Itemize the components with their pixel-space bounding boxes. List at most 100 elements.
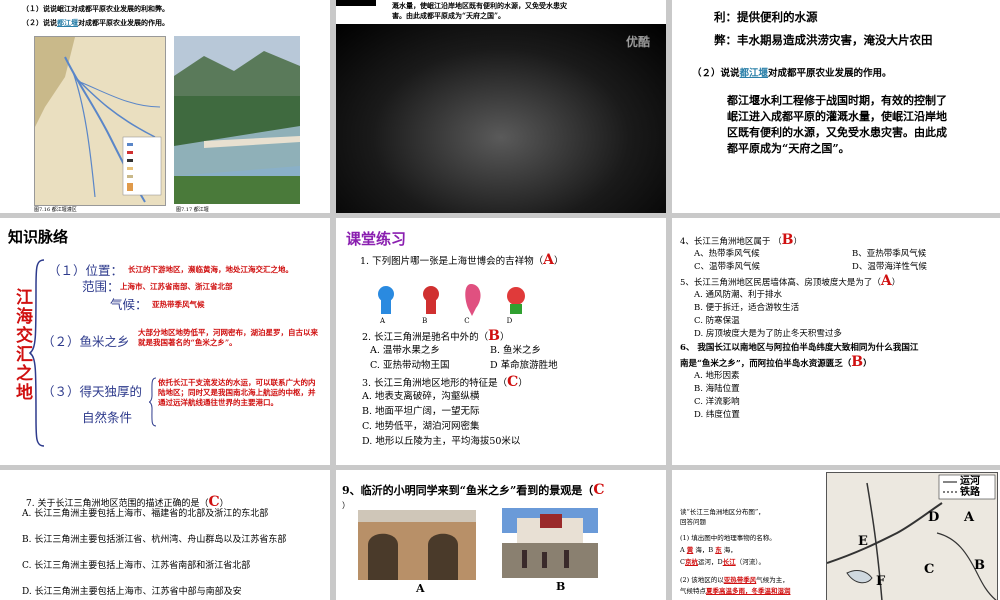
question-6-line1: 6、 我国长江以南地区与阿拉伯半岛纬度大致相同为什么我国江 — [680, 343, 919, 353]
conditions-label-1: （３）得天独厚的 — [42, 384, 143, 399]
mascot-label-c: C — [464, 317, 470, 325]
slide-thumbnail-8[interactable]: 9、临沂的小明同学来到“鱼米之乡”看到的景观是（C ） A B — [336, 470, 666, 600]
q4-option-a: A、热带季风气候 — [694, 249, 760, 259]
slide-thumbnail-9[interactable]: 读“长江三角洲地区分布图”， 回答问题 (1) 填出图中的地理事物的名称。 A … — [672, 470, 1000, 600]
question-1: （１）说说岷江对成都平原农业发展的利和弊。 — [22, 4, 169, 13]
b-answer: 东 — [715, 546, 722, 554]
q7-option-d: D. 长江三角洲主要包括上海市、江苏省中部与南部及安 — [22, 587, 242, 597]
question-5: 5、长江三角洲地区民居墙体高、房顶坡度大是为了（A） — [680, 273, 901, 289]
q7-option-a: A. 长江三角洲主要包括上海市、福建省的北部及浙江的东北部 — [22, 509, 269, 519]
video-text-line2: 害。由此成都平原成为“天府之国”。 — [392, 11, 506, 20]
c-answer: 京杭 — [684, 558, 698, 566]
fill-question-3: 气候特点夏季高温多雨，冬季温和湿润 — [680, 585, 791, 595]
question-3-text: 3. 长江三角洲地区地形的特征是（ — [362, 378, 508, 389]
range-label: 范围： — [82, 279, 120, 294]
question-2: （２）说说都江堰对成都平原农业发展的作用。 — [692, 68, 892, 80]
range-text: 上海市、江苏省南部、浙江省北部 — [120, 282, 233, 291]
question-5-answer: A — [880, 273, 892, 289]
fish-rice-text: 大部分地区地势低平，河网密布，湖泊星罗，自古以来就是我国著名的“鱼米之乡”。 — [138, 328, 318, 347]
c-suffix: 运河，D — [697, 558, 723, 566]
answer-text: 都江堰水利工程修于战国时期，有效的控制了岷江进入成都平原的灌溉水量，使岷江沿岸地… — [727, 94, 947, 155]
map-letter-d: D — [928, 510, 940, 525]
video-player[interactable] — [336, 24, 666, 213]
question-4-text: 4、长江三角洲地区属于 （ — [680, 237, 782, 247]
youku-watermark: 优酷 — [626, 35, 651, 49]
irrigation-map — [34, 36, 166, 206]
fill2-suffix: 气候为主， — [756, 576, 789, 584]
paren-close: ） — [342, 501, 350, 510]
question-2-text: 2. 长江三角洲是驰名中外的（ — [362, 332, 489, 343]
map-letter-b: B — [974, 558, 985, 573]
dujiangyan-photo — [174, 36, 300, 204]
slide-thumbnail-2[interactable]: 溉水量，使岷江沿岸地区既有便利的水源，又免受水患灾 害。由此成都平原成为“天府之… — [336, 0, 666, 213]
question-6-answer: B — [851, 354, 864, 370]
map-letter-a: A — [964, 510, 975, 525]
question-9-answer: C — [593, 482, 605, 498]
q6-option-a: A. 地形因素 — [694, 371, 740, 381]
photo-label-a: A — [416, 582, 425, 595]
climate-feature-answer: 夏季高温多雨，冬季温和湿润 — [706, 587, 791, 595]
caption-right: 图7.17 都江堰 — [176, 207, 209, 213]
q2-suffix: 对成都平原农业发展的作用。 — [78, 18, 169, 27]
dujiangyan-link[interactable]: 都江堰 — [57, 18, 78, 27]
q7-option-c: C. 长江三角洲主要包括上海市、江苏省南部和浙江省北部 — [22, 561, 251, 571]
q6-option-d: D. 纬度位置 — [694, 410, 740, 420]
q6-option-b: B. 海陆位置 — [694, 384, 740, 394]
slide-thumbnail-3[interactable]: 利：提供便利的水源 弊：丰水期易造成洪涝灾害，淹没大片农田 （２）说说都江堰对成… — [672, 0, 1000, 213]
slide-thumbnail-7[interactable]: 7. 关于长江三角洲地区范围的描述正确的是（C） A. 长江三角洲主要包括上海市… — [0, 470, 330, 600]
q7-option-b: B. 长江三角洲主要包括浙江省、杭州湾、舟山群岛以及江苏省东部 — [22, 535, 287, 545]
climate-label: 气候： — [110, 297, 148, 312]
d-suffix: （河流）。 — [735, 558, 765, 566]
cave-dwelling-drawing — [358, 510, 476, 580]
strip-corner — [336, 0, 376, 6]
slide-thumbnail-1[interactable]: （１）说说岷江对成都平原农业发展的利和弊。 （２）说说都江堰对成都平原农业发展的… — [0, 0, 330, 213]
position-text: 长江的下游地区，濒临黄海，地处江海交汇之地。 — [128, 265, 293, 274]
q5-option-a: A. 通风防潮、利于排水 — [694, 290, 783, 300]
mascot-labels: A B C D — [380, 317, 560, 325]
video-text-line1: 溉水量，使岷江沿岸地区既有便利的水源，又免受水患灾 — [392, 1, 567, 10]
potala-photo — [502, 508, 598, 578]
question-2-answer: B — [488, 328, 500, 344]
mascot-label-d: D — [506, 317, 513, 325]
intro-line-2: 回答问题 — [680, 518, 706, 526]
map-letter-e: E — [858, 534, 868, 549]
fill3-prefix: 气候特点 — [680, 587, 706, 595]
q5-option-b: B. 便于拆迁，适合游牧生活 — [694, 303, 800, 313]
question-9-text: 9、临沂的小明同学来到“鱼米之乡”看到的景观是（ — [342, 484, 594, 497]
climate-answer: 亚热带季风 — [723, 576, 757, 584]
fish-rice-label: （２）鱼米之乡 — [42, 334, 130, 349]
slide-thumbnail-6[interactable]: 4、长江三角洲地区属于 （B） A、热带季风气候 B、亚热带季风气候 C、温带季… — [672, 218, 1000, 465]
q6-option-c: C. 洋流影响 — [694, 397, 740, 407]
sea-suffix: 海， — [723, 546, 737, 554]
q3-option-c: C. 地势低平，湖泊河网密集 — [362, 421, 480, 432]
q2-prefix: （２）说说 — [22, 18, 57, 27]
q5-option-d: D. 房顶坡度大是为了防止冬天积雪过多 — [694, 329, 842, 339]
a-answer: 黄 — [686, 546, 694, 554]
question-1-answer: A — [543, 252, 554, 268]
slide-thumbnail-4[interactable]: 知识脉络 江海交汇之地 （１）位置： 长江的下游地区，濒临黄海，地处江海交汇之地… — [0, 218, 330, 465]
question-4: 4、长江三角洲地区属于 （B） — [680, 232, 802, 248]
benefit-text: 利：提供便利的水源 — [714, 10, 818, 24]
video-text-strip: 溉水量，使岷江沿岸地区既有便利的水源，又免受水患灾 害。由此成都平原成为“天府之… — [336, 0, 666, 24]
fill-question-1: (1) 填出图中的地理事物的名称。 — [680, 534, 776, 542]
q2-option-c: C. 亚热带动物王国 — [370, 360, 450, 371]
question-1-text: 1. 下列图片哪一张是上海世博会的吉祥物（ — [360, 256, 544, 267]
question-6-text: 南是“鱼米之乡”，而阿拉伯半岛水资源匮乏（ — [680, 359, 852, 369]
brace-icon — [28, 259, 45, 447]
photo-label-b: B — [556, 580, 566, 593]
question-1: 1. 下列图片哪一张是上海世博会的吉祥物（A） — [360, 252, 564, 268]
legend-railway: 铁路 — [960, 487, 980, 498]
fill-question-2: (2) 该地区的以亚热带季风气候为主， — [680, 574, 789, 584]
q2-suffix: 对成都平原农业发展的作用。 — [768, 68, 892, 79]
question-4-answer: B — [781, 232, 794, 248]
q3-option-a: A. 地表支离破碎，沟壑纵横 — [362, 391, 480, 402]
question-3: 3. 长江三角洲地区地形的特征是（C） — [362, 374, 528, 390]
q4-option-b: B、亚热带季风气候 — [852, 249, 927, 259]
question-2: （２）说说都江堰对成都平原农业发展的作用。 — [22, 18, 169, 27]
map-letter-c: C — [924, 562, 935, 577]
slide-thumbnail-5[interactable]: 课堂练习 1. 下列图片哪一张是上海世博会的吉祥物（A） A B C D 2. … — [336, 218, 666, 465]
conditions-label-2: 自然条件 — [82, 410, 133, 425]
conditions-text: 依托长江干支流发达的水运，可以联系广大的内陆地区；同时又是我国南北海上航运的中枢… — [158, 378, 316, 407]
dujiangyan-link[interactable]: 都江堰 — [740, 68, 769, 79]
q2-option-a: A. 温带水果之乡 — [370, 345, 440, 356]
